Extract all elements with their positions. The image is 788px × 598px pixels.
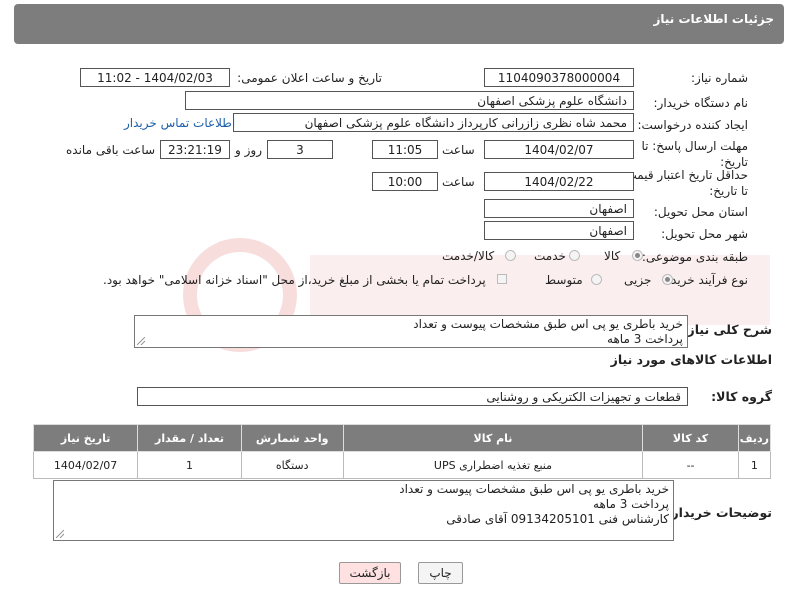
table-row: 1 -- منبع تغذیه اضطراری UPS دستگاه 1 140… [32,451,772,479]
process-label: نوع فرآیند خرید : [663,273,748,287]
description-label: شرح کلی نیاز: [682,322,772,337]
th-code: کد کالا [642,424,739,452]
page-title: جزئیات اطلاعات نیاز [653,12,774,26]
buyer-notes-label: توضیحات خریدار: [666,505,772,520]
category-radio-service[interactable] [569,250,580,261]
price-validity-date-field: 1404/02/22 [484,172,634,191]
description-textarea[interactable]: خرید باطری یو پی اس طبق مشخصات پیوست و ت… [134,315,688,348]
price-validity-time-label: ساعت [442,175,475,189]
goods-group-field: قطعات و تجهیزات الکتریکی و روشنایی [137,387,688,406]
announce-label: تاریخ و ساعت اعلان عمومی: [237,71,382,85]
treasury-note: پرداخت تمام یا بخشی از مبلغ خرید،از محل … [103,273,486,287]
province-label: استان محل تحویل: [653,205,748,219]
buyer-org-field: دانشگاه علوم پزشکی اصفهان [185,91,634,110]
category-option-both: کالا/خدمت [442,249,495,263]
process-radio-medium[interactable] [591,274,602,285]
announce-field: 1404/02/03 - 11:02 [80,68,230,87]
goods-table-header: ردیف کد کالا نام کالا واحد شمارش تعداد /… [32,424,772,452]
cell-unit: دستگاه [240,451,344,479]
reply-deadline-label: مهلت ارسال پاسخ: تا [641,139,748,153]
cell-date: 1404/02/07 [32,451,139,479]
city-field: اصفهان [484,221,634,240]
days-label: روز و [235,143,262,157]
reply-time-field: 11:05 [372,140,438,159]
reply-time-label: ساعت [442,143,475,157]
cell-row: 1 [737,451,772,479]
province-field: اصفهان [484,199,634,218]
treasury-checkbox[interactable] [497,274,507,284]
th-unit: واحد شمارش [240,424,344,452]
requester-field: محمد شاه نظری زازرانی کارپرداز دانشگاه ع… [233,113,634,132]
print-button[interactable]: چاپ [418,562,463,584]
goods-table: ردیف کد کالا نام کالا واحد شمارش تعداد /… [32,424,772,479]
process-option-medium: متوسط [545,273,583,287]
city-label: شهر محل تحویل: [661,227,748,241]
need-number-field: 1104090378000004 [484,68,634,87]
th-row: ردیف [737,424,772,452]
goods-group-label: گروه کالا: [711,389,772,404]
cell-code: -- [642,451,739,479]
cell-qty: 1 [137,451,242,479]
category-option-goods: کالا [604,249,621,263]
price-validity-time-field: 10:00 [372,172,438,191]
remaining-label: ساعت باقی مانده [66,143,156,157]
remaining-time-field: 23:21:19 [160,140,230,159]
buyer-notes-line-1: خرید باطری یو پی اس طبق مشخصات پیوست و ت… [399,482,669,496]
th-qty: تعداد / مقدار [137,424,242,452]
category-label: طبقه بندی موضوعی: [641,250,748,264]
days-field: 3 [267,140,333,159]
reply-deadline-label-2: تاریخ: [720,155,748,169]
requester-label: ایجاد کننده درخواست: [637,118,748,132]
goods-section-title: اطلاعات کالاهای مورد نیاز [610,352,772,367]
resize-grip-icon[interactable] [56,530,64,538]
buyer-org-label: نام دستگاه خریدار: [653,96,749,110]
back-button[interactable]: بازگشت [339,562,401,584]
resize-grip-icon[interactable] [137,337,145,345]
buyer-notes-line-2: پرداخت 3 ماهه [593,497,669,511]
reply-date-field: 1404/02/07 [484,140,634,159]
category-radio-goods[interactable] [632,250,643,261]
description-line-2: پرداخت 3 ماهه [607,332,683,346]
price-validity-label-2: تا تاریخ: [709,184,748,198]
category-option-service: خدمت [534,249,566,263]
process-radio-minor[interactable] [662,274,673,285]
category-radio-both[interactable] [505,250,516,261]
cell-name: منبع تغذیه اضطراری UPS [342,451,644,479]
buyer-notes-textarea[interactable]: خرید باطری یو پی اس طبق مشخصات پیوست و ت… [53,480,674,541]
price-validity-label: حداقل تاریخ اعتبار قیمت: [621,168,748,182]
buyer-notes-line-3: کارشناس فنی 09134205101 آقای صادقی [446,512,669,526]
need-number-label: شماره نیاز: [691,71,748,85]
process-option-minor: جزیی [624,273,652,287]
description-line-1: خرید باطری یو پی اس طبق مشخصات پیوست و ت… [413,317,683,331]
th-name: نام کالا [342,424,644,452]
buyer-contact-link[interactable]: اطلاعات تماس خریدار [124,116,235,130]
th-date: تاریخ نیاز [32,424,139,452]
